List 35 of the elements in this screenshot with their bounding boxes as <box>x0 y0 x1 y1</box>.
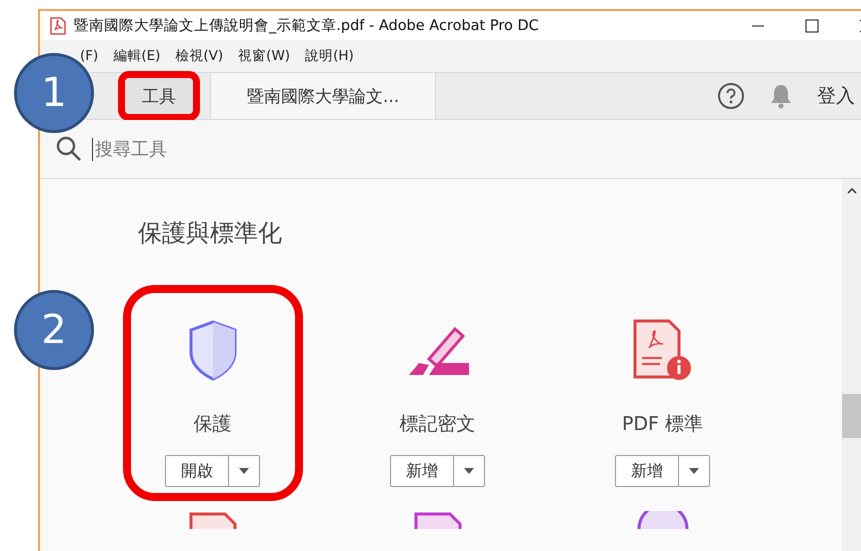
section-title: 保護與標準化 <box>138 218 283 249</box>
dropdown-button[interactable] <box>454 455 485 487</box>
menu-item[interactable]: (F) <box>80 48 98 64</box>
tab[interactable]: 暨南國際大學論文... <box>210 73 436 119</box>
tool-name: PDF 標準 <box>622 412 704 437</box>
shield-icon <box>188 319 238 381</box>
dropdown-button[interactable] <box>679 455 710 487</box>
help-icon[interactable] <box>717 82 745 110</box>
scrollbar-thumb[interactable] <box>842 394 861 438</box>
window-title: 暨南國際大學論文上傳說明會_示範文章.pdf - Adobe Acrobat Pro DC <box>74 16 539 35</box>
scroll-up-icon[interactable] <box>847 187 857 194</box>
document-icon <box>412 511 462 529</box>
menu-item[interactable]: 檢視(V) <box>175 47 224 65</box>
caret-icon <box>239 468 249 474</box>
search-icon <box>56 136 82 162</box>
tool-button[interactable]: 開啟 <box>165 455 229 487</box>
caret-icon <box>464 468 474 474</box>
tool-name: 標記密文 <box>400 412 476 437</box>
step-number-marker: 2 <box>14 290 94 370</box>
caret-icon <box>689 468 699 474</box>
dropdown-button[interactable] <box>229 455 260 487</box>
pdf-file-icon <box>50 16 66 34</box>
search-field[interactable]: 搜尋工具 <box>92 138 397 160</box>
sign-in-link[interactable]: 登入 <box>817 83 855 109</box>
scrollbar[interactable] <box>842 179 861 551</box>
menu-item[interactable]: 編輯(E) <box>113 47 160 65</box>
pdf-info-icon <box>632 318 694 382</box>
tab[interactable]: 工具 <box>120 73 198 119</box>
menu-item[interactable]: 視窗(W) <box>238 47 290 65</box>
menu-item[interactable]: 說明(H) <box>305 47 354 65</box>
tool-button[interactable]: 新增 <box>615 455 679 487</box>
maximize-icon[interactable] <box>805 18 819 32</box>
document-icon <box>188 511 238 529</box>
tool-button[interactable]: 新增 <box>390 455 454 487</box>
tool-name: 保護 <box>194 412 232 437</box>
